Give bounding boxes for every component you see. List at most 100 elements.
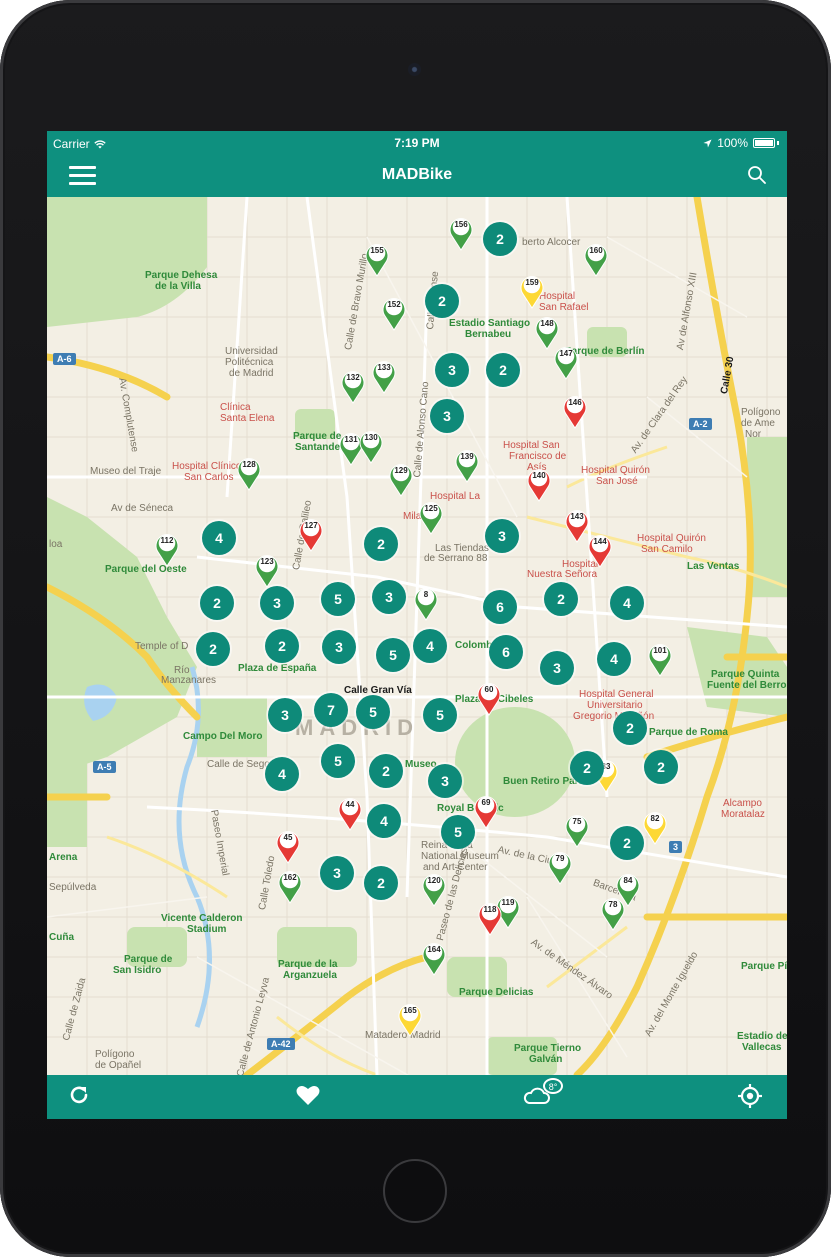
station-pin-164[interactable]: 164 (421, 940, 447, 976)
station-cluster[interactable]: 6 (483, 590, 517, 624)
station-pin-45[interactable]: 45 (275, 828, 301, 864)
station-pin-69[interactable]: 69 (473, 793, 499, 829)
favorites-button[interactable] (295, 1083, 323, 1111)
station-cluster[interactable]: 4 (413, 629, 447, 663)
station-pin-120[interactable]: 120 (421, 871, 447, 907)
station-id-label: 45 (283, 833, 293, 842)
station-cluster[interactable]: 4 (202, 521, 236, 555)
search-button[interactable] (747, 165, 769, 187)
station-pin-82[interactable]: 82 (642, 809, 668, 845)
station-pin-147[interactable]: 147 (553, 344, 579, 380)
station-cluster[interactable]: 4 (610, 586, 644, 620)
station-cluster[interactable]: 2 (486, 353, 520, 387)
station-pin-78[interactable]: 78 (600, 895, 626, 931)
station-pin-60[interactable]: 60 (476, 680, 502, 716)
station-cluster[interactable]: 5 (356, 695, 390, 729)
station-pin-123[interactable]: 123 (254, 552, 280, 588)
station-cluster[interactable]: 4 (597, 642, 631, 676)
station-pin-155[interactable]: 155 (364, 241, 390, 277)
station-pin-101[interactable]: 101 (647, 641, 673, 677)
station-id-label: 44 (345, 800, 355, 809)
road-sign-a2: A-2 (689, 418, 712, 430)
station-cluster[interactable]: 2 (544, 582, 578, 616)
map-label: Calle Gran Vía (344, 685, 412, 696)
station-pin-8[interactable]: 8 (413, 585, 439, 621)
station-pin-129[interactable]: 129 (388, 461, 414, 497)
station-id-label: 128 (242, 460, 256, 469)
station-pin-146[interactable]: 146 (562, 393, 588, 429)
station-cluster[interactable]: 5 (423, 698, 457, 732)
station-cluster[interactable]: 6 (489, 635, 523, 669)
map-label: San José (596, 476, 638, 487)
station-cluster[interactable]: 3 (322, 630, 356, 664)
refresh-button[interactable] (67, 1083, 95, 1111)
station-cluster[interactable]: 4 (367, 804, 401, 838)
map-label: Hospital General (579, 689, 654, 700)
station-cluster[interactable]: 2 (364, 866, 398, 900)
station-cluster[interactable]: 2 (265, 629, 299, 663)
station-cluster[interactable]: 3 (435, 353, 469, 387)
station-pin-112[interactable]: 112 (154, 531, 180, 567)
station-cluster[interactable]: 4 (265, 757, 299, 791)
station-cluster[interactable]: 3 (485, 519, 519, 553)
station-pin-160[interactable]: 160 (583, 241, 609, 277)
station-pin-159[interactable]: 159 (519, 273, 545, 309)
station-cluster[interactable]: 2 (570, 751, 604, 785)
station-cluster[interactable]: 3 (428, 764, 462, 798)
station-pin-127[interactable]: 127 (298, 516, 324, 552)
station-cluster[interactable]: 2 (364, 527, 398, 561)
ipad-frame: Carrier 7:19 PM 100% MADBike Parque Dehe… (0, 0, 831, 1257)
map-label: Parque de (293, 431, 342, 442)
station-cluster[interactable]: 2 (425, 284, 459, 318)
station-cluster[interactable]: 2 (196, 632, 230, 666)
station-pin-156[interactable]: 156 (448, 215, 474, 251)
station-cluster[interactable]: 3 (320, 856, 354, 890)
station-pin-128[interactable]: 128 (236, 455, 262, 491)
station-pin-75[interactable]: 75 (564, 812, 590, 848)
station-cluster[interactable]: 2 (200, 586, 234, 620)
station-pin-140[interactable]: 140 (526, 466, 552, 502)
station-pin-44[interactable]: 44 (337, 795, 363, 831)
station-cluster[interactable]: 3 (372, 580, 406, 614)
station-cluster[interactable]: 3 (260, 586, 294, 620)
map-label: Galván (529, 1054, 563, 1065)
station-cluster[interactable]: 2 (369, 754, 403, 788)
station-cluster[interactable]: 5 (441, 815, 475, 849)
heart-icon (296, 1086, 320, 1105)
station-cluster[interactable]: 2 (644, 750, 678, 784)
station-cluster[interactable]: 3 (430, 399, 464, 433)
station-cluster[interactable]: 5 (321, 582, 355, 616)
refresh-icon (70, 1086, 88, 1104)
locate-me-button[interactable] (737, 1083, 765, 1111)
station-cluster[interactable]: 5 (376, 638, 410, 672)
map-label: Parque de (124, 954, 173, 965)
station-pin-139[interactable]: 139 (454, 447, 480, 483)
map-view[interactable]: Parque Dehesa de la Villa Universidad Po… (47, 197, 787, 1075)
station-pin-132[interactable]: 132 (340, 368, 366, 404)
station-pin-133[interactable]: 133 (371, 358, 397, 394)
station-pin-162[interactable]: 162 (277, 868, 303, 904)
map-label: Museo del Traje (90, 466, 162, 477)
station-id-label: 143 (570, 512, 584, 521)
station-cluster[interactable]: 2 (613, 711, 647, 745)
station-pin-165[interactable]: 165 (397, 1001, 423, 1037)
station-cluster[interactable]: 7 (314, 693, 348, 727)
station-id-label: 139 (460, 452, 474, 461)
station-pin-125[interactable]: 125 (418, 499, 444, 535)
map-label: Parque de la (278, 959, 338, 970)
map-label: de Opañel (95, 1060, 142, 1071)
station-cluster[interactable]: 5 (321, 744, 355, 778)
station-id-label: 69 (481, 798, 491, 807)
station-cluster[interactable]: 3 (540, 651, 574, 685)
station-pin-130[interactable]: 130 (358, 428, 384, 464)
station-pin-118[interactable]: 118 (477, 900, 503, 936)
station-cluster[interactable]: 2 (610, 826, 644, 860)
station-pin-144[interactable]: 144 (587, 532, 613, 568)
station-pin-79[interactable]: 79 (547, 849, 573, 885)
map-label: Campo Del Moro (183, 731, 263, 742)
station-pin-152[interactable]: 152 (381, 295, 407, 331)
station-cluster[interactable]: 3 (268, 698, 302, 732)
station-cluster[interactable]: 2 (483, 222, 517, 256)
home-button[interactable] (383, 1159, 447, 1223)
station-id-label: 123 (260, 557, 274, 566)
